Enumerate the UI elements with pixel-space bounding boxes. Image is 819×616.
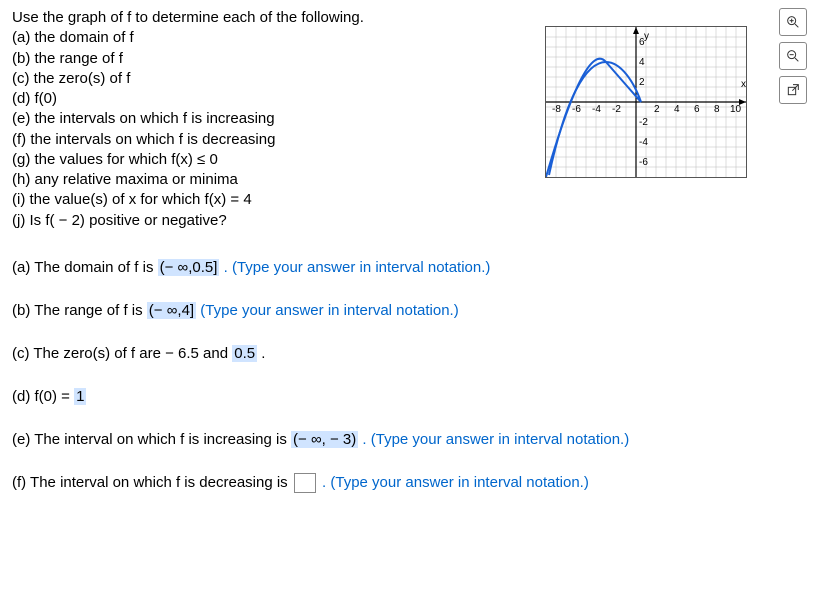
zoom-in-button[interactable]: [779, 8, 807, 36]
zoom-in-icon: [785, 14, 801, 30]
svg-text:8: 8: [714, 104, 720, 115]
answer-f-input[interactable]: [294, 473, 316, 493]
svg-text:-4: -4: [639, 137, 648, 148]
question-prompt-block: Use the graph of f to determine each of …: [12, 8, 517, 231]
svg-text:-4: -4: [592, 104, 601, 115]
part-g: (g) the values for which f(x) ≤ 0: [12, 151, 218, 168]
part-e: (e) the intervals on which f is increasi…: [12, 110, 275, 127]
svg-text:2: 2: [639, 77, 645, 88]
part-h: (h) any relative maxima or minima: [12, 171, 238, 188]
zoom-out-icon: [785, 48, 801, 64]
part-c: (c) the zero(s) of f: [12, 70, 130, 87]
svg-text:4: 4: [674, 104, 680, 115]
part-a: (a) the domain of f: [12, 29, 134, 46]
svg-text:6: 6: [639, 37, 645, 48]
popout-button[interactable]: [779, 76, 807, 104]
graph-curve: [546, 59, 641, 177]
answer-a: (a) The domain of f is (− ∞,0.5] . (Type…: [12, 257, 807, 278]
svg-text:-6: -6: [639, 157, 648, 168]
part-i: (i) the value(s) of x for which f(x) = 4: [12, 191, 252, 208]
svg-text:4: 4: [639, 57, 645, 68]
part-b: (b) the range of f: [12, 50, 123, 67]
answer-e: (e) The interval on which f is increasin…: [12, 429, 807, 450]
svg-text:x: x: [741, 79, 746, 90]
answer-e-value[interactable]: (− ∞, − 3): [291, 431, 358, 448]
popout-icon: [785, 82, 801, 98]
part-j: (j) Is f( − 2) positive or negative?: [12, 212, 227, 229]
svg-text:2: 2: [654, 104, 660, 115]
part-f: (f) the intervals on which f is decreasi…: [12, 131, 275, 148]
question-prompt: Use the graph of f to determine each of …: [12, 9, 364, 26]
svg-text:10: 10: [730, 104, 742, 115]
graph-plot[interactable]: x y -8 -6 -4 -2 2 4 6 8 10 6 4 2 -2 -4 -6: [545, 26, 747, 178]
part-d: (d) f(0): [12, 90, 57, 107]
answer-c-value[interactable]: 0.5: [232, 345, 257, 362]
svg-text:6: 6: [694, 104, 700, 115]
svg-text:-2: -2: [612, 104, 621, 115]
answer-d-value[interactable]: 1: [74, 388, 86, 405]
answer-a-value[interactable]: (− ∞,0.5]: [158, 259, 220, 276]
svg-text:y: y: [644, 31, 649, 42]
answer-b-value[interactable]: (− ∞,4]: [147, 302, 196, 319]
svg-text:-8: -8: [552, 104, 561, 115]
answer-c: (c) The zero(s) of f are − 6.5 and 0.5 .: [12, 343, 807, 364]
answer-b: (b) The range of f is (− ∞,4] (Type your…: [12, 300, 807, 321]
answer-d: (d) f(0) = 1: [12, 386, 807, 407]
answer-f: (f) The interval on which f is decreasin…: [12, 472, 807, 493]
svg-text:-2: -2: [639, 117, 648, 128]
svg-text:-6: -6: [572, 104, 581, 115]
zoom-out-button[interactable]: [779, 42, 807, 70]
